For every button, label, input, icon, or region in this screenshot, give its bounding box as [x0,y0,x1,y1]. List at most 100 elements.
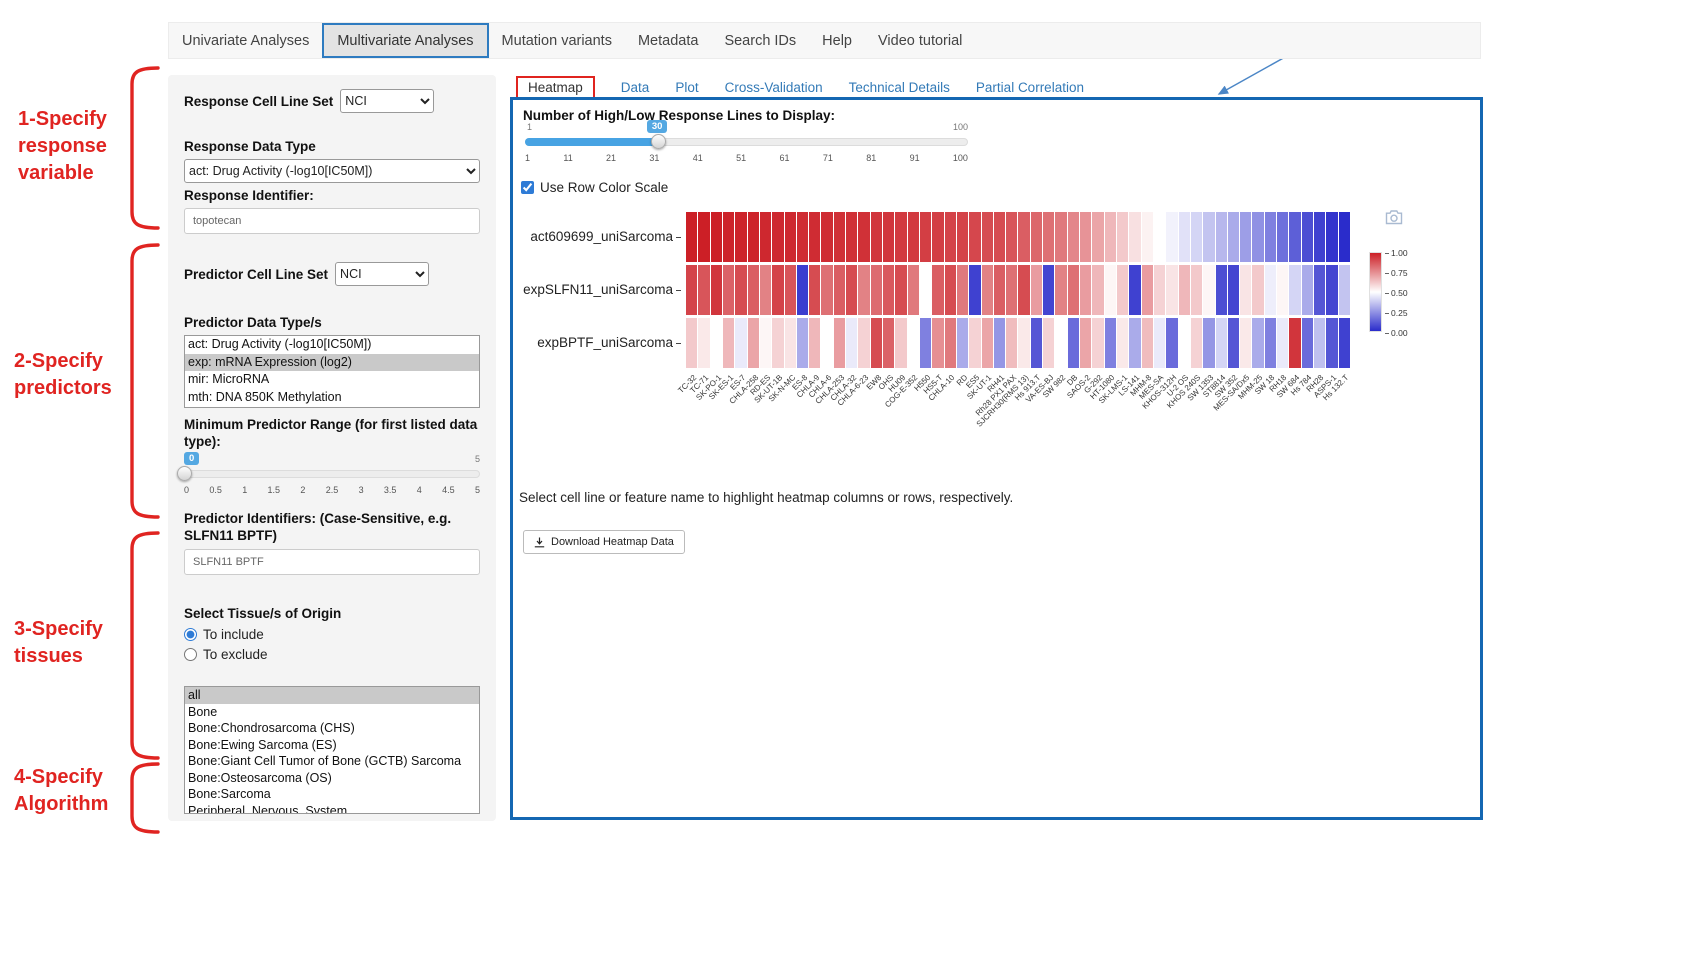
heatmap-cell[interactable] [1080,318,1091,368]
heatmap-cell[interactable] [871,265,882,315]
heatmap-cell[interactable] [1228,318,1239,368]
heatmap-cell[interactable] [735,265,746,315]
heatmap-cell[interactable] [723,318,734,368]
heatmap-cell[interactable] [1289,265,1300,315]
min-range-slider-handle[interactable] [177,466,192,481]
heatmap-cell[interactable] [1129,265,1140,315]
heatmap-cell[interactable] [760,318,771,368]
heatmap-cell[interactable] [1154,265,1165,315]
heatmap-cell[interactable] [1252,318,1263,368]
heatmap-cell[interactable] [1031,212,1042,262]
min-range-slider-track[interactable] [184,470,480,478]
heatmap-cell[interactable] [932,318,943,368]
tissue-listbox-option[interactable]: Bone [185,704,479,721]
heatmap-cell[interactable] [994,265,1005,315]
tissue-listbox-option[interactable]: Peripheral_Nervous_System [185,803,479,815]
heatmap-cell[interactable] [1043,265,1054,315]
nav-item-mutation-variants[interactable]: Mutation variants [489,23,625,58]
heatmap-cell[interactable] [1203,212,1214,262]
heatmap-cell[interactable] [1339,318,1350,368]
heatmap-cell[interactable] [895,318,906,368]
heatmap-cell[interactable] [945,265,956,315]
heatmap-cell[interactable] [834,212,845,262]
heatmap-cell[interactable] [735,318,746,368]
heatmap-cell[interactable] [920,265,931,315]
heatmap-cell[interactable] [1018,265,1029,315]
heatmap-cell[interactable] [1289,212,1300,262]
heatmap-cell[interactable] [1129,318,1140,368]
heatmap-cell[interactable] [1105,265,1116,315]
heatmap-cell[interactable] [1031,265,1042,315]
tab-cross-validation[interactable]: Cross-Validation [725,80,823,95]
heatmap-cell[interactable] [1018,318,1029,368]
heatmap-cell[interactable] [1289,318,1300,368]
heatmap-cell[interactable] [994,212,1005,262]
predictor-datatype-listbox-option[interactable]: mth: DNA 850K Methylation [185,389,479,407]
heatmap-cell[interactable] [982,212,993,262]
heatmap-cell[interactable] [945,318,956,368]
heatmap-cell[interactable] [1314,265,1325,315]
heatmap-cell[interactable] [846,212,857,262]
heatmap-cell[interactable] [1265,265,1276,315]
heatmap-cell[interactable] [711,265,722,315]
heatmap-cell[interactable] [797,318,808,368]
heatmap-cell[interactable] [871,212,882,262]
camera-icon[interactable] [1385,210,1403,230]
heatmap-cell[interactable] [945,212,956,262]
heatmap-cell[interactable] [858,318,869,368]
heatmap-cell[interactable] [1068,265,1079,315]
heatmap-cell[interactable] [982,265,993,315]
heatmap-cell[interactable] [698,265,709,315]
heatmap-cell[interactable] [686,318,697,368]
nav-item-search-ids[interactable]: Search IDs [711,23,809,58]
heatmap-cell[interactable] [1179,265,1190,315]
heatmap-cell[interactable] [772,318,783,368]
heatmap-cell[interactable] [834,265,845,315]
predictor-datatype-listbox-option[interactable]: act: Drug Activity (-log10[IC50M]) [185,336,479,354]
heatmap-cell[interactable] [969,318,980,368]
heatmap-cell[interactable] [858,265,869,315]
heatmap-cell[interactable] [1080,265,1091,315]
heatmap-cell[interactable] [883,212,894,262]
heatmap-cell[interactable] [969,212,980,262]
heatmap-cell[interactable] [1055,318,1066,368]
heatmap-cell[interactable] [1228,212,1239,262]
heatmap-cell[interactable] [1080,212,1091,262]
heatmap-row-label[interactable]: act609699_uniSarcoma [513,229,681,244]
tissue-listbox-option[interactable]: Bone:Ewing Sarcoma (ES) [185,737,479,754]
heatmap-cell[interactable] [1092,265,1103,315]
heatmap-cell[interactable] [821,212,832,262]
tissue-listbox-option[interactable]: Bone:Chondrosarcoma (CHS) [185,720,479,737]
heatmap-cell[interactable] [1265,318,1276,368]
response-identifier-input[interactable] [184,208,480,234]
heatmap-cell[interactable] [1018,212,1029,262]
tissue-exclude-option[interactable]: To exclude [184,647,480,662]
heatmap-cell[interactable] [785,318,796,368]
heatmap-cell[interactable] [1006,318,1017,368]
heatmap-row-label[interactable]: expBPTF_uniSarcoma [513,335,681,350]
heatmap-cell[interactable] [1068,212,1079,262]
heatmap-cell[interactable] [1179,318,1190,368]
heatmap-cell[interactable] [1314,318,1325,368]
heatmap-cell[interactable] [1166,265,1177,315]
heatmap-cell[interactable] [895,212,906,262]
tab-partial-correlation[interactable]: Partial Correlation [976,80,1084,95]
heatmap-cell[interactable] [1043,318,1054,368]
heatmap-cell[interactable] [1203,265,1214,315]
heatmap-cell[interactable] [1191,212,1202,262]
heatmap-cell[interactable] [969,265,980,315]
heatmap-cell[interactable] [1105,318,1116,368]
predictor-identifiers-input[interactable] [184,549,480,575]
tissue-exclude-radio[interactable] [184,648,197,661]
heatmap-cell[interactable] [1252,265,1263,315]
tissue-listbox-option[interactable]: Bone:Sarcoma [185,786,479,803]
heatmap-cell[interactable] [1092,318,1103,368]
heatmap-cell[interactable] [723,265,734,315]
heatmap-cell[interactable] [1191,265,1202,315]
heatmap-cell[interactable] [895,265,906,315]
heatmap-cell[interactable] [686,212,697,262]
heatmap-cell[interactable] [1314,212,1325,262]
tab-data[interactable]: Data [621,80,650,95]
heatmap-cell[interactable] [1277,265,1288,315]
row-color-scale-checkbox[interactable] [521,181,534,194]
